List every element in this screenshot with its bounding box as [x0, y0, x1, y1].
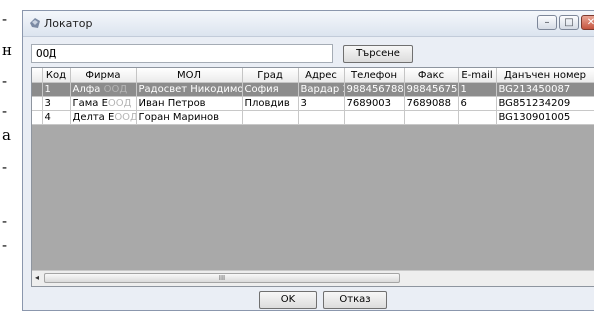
window-title: Локатор: [44, 17, 93, 30]
cell-company-text: Делта ЕООД: [72, 112, 136, 123]
cell-city[interactable]: Пловдив: [242, 96, 299, 111]
cell-code[interactable]: 1: [42, 82, 71, 97]
column-header-mol[interactable]: МОЛ: [136, 68, 243, 83]
margin-mark: -: [2, 236, 8, 254]
cell-email[interactable]: [458, 110, 497, 125]
close-icon: ✕: [587, 17, 594, 28]
cell-email[interactable]: 1: [458, 82, 497, 97]
row-marker: [32, 82, 43, 97]
cell-mol[interactable]: Горан Маринов: [136, 110, 243, 125]
cell-tax-number[interactable]: BG130901005: [496, 110, 594, 125]
close-button[interactable]: ✕: [581, 15, 594, 30]
cell-city[interactable]: София: [242, 82, 299, 97]
maximize-button[interactable]: □: [559, 15, 579, 30]
margin-mark: н: [2, 41, 12, 59]
minimize-button[interactable]: –: [537, 15, 557, 30]
cell-phone[interactable]: 988456788: [344, 82, 405, 97]
row-marker: [32, 110, 43, 125]
cell-company[interactable]: Делта ЕООД: [70, 110, 137, 125]
cell-code[interactable]: 4: [42, 110, 71, 125]
margin-mark: -: [2, 102, 8, 120]
cell-mol[interactable]: Радосвет Никодимов: [136, 82, 243, 97]
cell-fax[interactable]: 988456755: [404, 82, 459, 97]
cell-company[interactable]: Алфа ООД: [70, 82, 137, 97]
column-header-marker: [32, 68, 43, 83]
horizontal-scrollbar[interactable]: ◂ III ▸: [32, 270, 594, 286]
search-match-highlight: ООД: [103, 84, 128, 95]
cell-company-text: Гама ЕООД: [72, 98, 132, 109]
margin-mark: -: [2, 158, 8, 176]
cell-company[interactable]: Гама ЕООД: [70, 96, 137, 111]
search-match-highlight: ООД: [107, 98, 132, 109]
cell-address[interactable]: Вардар 34: [298, 82, 345, 97]
results-grid[interactable]: Код Фирма МОЛ Град Адрес Телефон Факс E-…: [31, 67, 594, 287]
column-header-phone[interactable]: Телефон: [344, 68, 405, 83]
cell-code[interactable]: 3: [42, 96, 71, 111]
cell-tax-number[interactable]: BG213450087: [496, 82, 594, 97]
cell-tax-number[interactable]: BG851234209: [496, 96, 594, 111]
minimize-icon: –: [544, 17, 550, 28]
column-header-company[interactable]: Фирма: [70, 68, 137, 83]
column-header-city[interactable]: Град: [242, 68, 299, 83]
table-row[interactable]: 3 Гама ЕООД Иван Петров Пловдив 3 768900…: [32, 96, 594, 111]
document-margin: - н - - а - - -: [0, 0, 22, 311]
margin-mark: а: [2, 126, 11, 144]
results-table: Код Фирма МОЛ Град Адрес Телефон Факс E-…: [32, 68, 594, 125]
margin-mark: -: [2, 72, 8, 90]
header-row: Код Фирма МОЛ Град Адрес Телефон Факс E-…: [32, 68, 594, 83]
column-header-fax[interactable]: Факс: [404, 68, 459, 83]
cell-phone[interactable]: [344, 110, 405, 125]
margin-mark: -: [2, 212, 8, 230]
search-match-highlight: ООД: [114, 112, 136, 123]
scrollbar-thumb[interactable]: III: [44, 273, 400, 283]
title-bar[interactable]: Локатор – □ ✕: [23, 11, 594, 37]
column-header-address[interactable]: Адрес: [298, 68, 345, 83]
scroll-left-icon[interactable]: ◂: [35, 273, 39, 282]
cancel-button[interactable]: Отказ: [323, 291, 387, 309]
row-marker: [32, 96, 43, 111]
ok-button[interactable]: OK: [259, 291, 317, 309]
column-header-tax-number[interactable]: Данъчен номер: [496, 68, 594, 83]
cell-city[interactable]: [242, 110, 299, 125]
margin-mark: -: [2, 10, 8, 28]
table-row[interactable]: 1 Алфа ООД Радосвет Никодимов София Вард…: [32, 82, 594, 97]
table-row[interactable]: 4 Делта ЕООД Горан Маринов BG130901005: [32, 110, 594, 125]
scrollbar-grip-icon: III: [218, 274, 226, 282]
search-button[interactable]: Търсене: [343, 45, 413, 63]
maximize-icon: □: [564, 17, 574, 28]
locator-window: Локатор – □ ✕ Търсене Код Фирма МОЛ: [22, 10, 594, 311]
cell-address[interactable]: [298, 110, 345, 125]
cell-email[interactable]: 6: [458, 96, 497, 111]
column-header-code[interactable]: Код: [42, 68, 71, 83]
cell-fax[interactable]: 7689088: [404, 96, 459, 111]
cell-phone[interactable]: 7689003: [344, 96, 405, 111]
cell-company-text: Алфа ООД: [72, 84, 128, 95]
search-input[interactable]: [31, 44, 333, 63]
cell-address[interactable]: 3: [298, 96, 345, 111]
cell-fax[interactable]: [404, 110, 459, 125]
column-header-email[interactable]: E-mail: [458, 68, 497, 83]
cell-mol[interactable]: Иван Петров: [136, 96, 243, 111]
locator-app-icon: [30, 18, 40, 28]
